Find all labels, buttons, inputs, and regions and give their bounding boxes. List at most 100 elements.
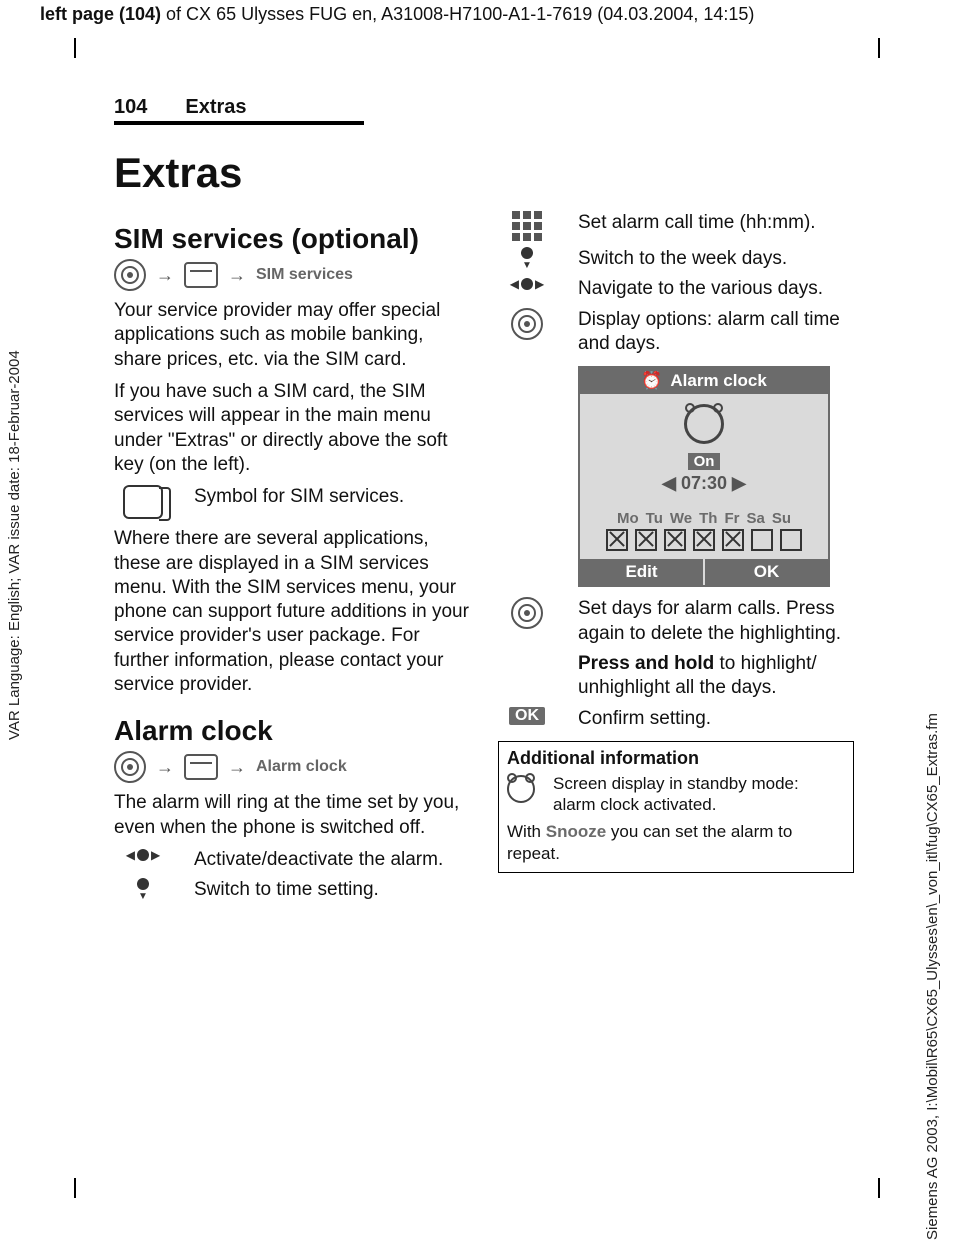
crop-mark [74,38,94,58]
nav-left-right-icon [126,848,160,862]
phone-days-row: Mo Tu We Th Fr Sa Su [580,510,828,527]
sim-service-icon [123,485,163,519]
day-label: Th [699,510,717,527]
day-checkbox[interactable] [722,529,744,551]
breadcrumb-sim: → → SIM services [114,259,470,291]
day-checkbox[interactable] [606,529,628,551]
alarm-title-icon: ⏰ [641,371,662,391]
day-checkbox[interactable] [635,529,657,551]
arrow-icon: → [156,265,174,286]
phone-title: Alarm clock [670,371,766,391]
page-title: Extras [114,149,854,197]
press-hold-label: Press and hold [578,653,714,674]
two-columns: SIM services (optional) → → SIM services… [114,205,854,909]
paragraph: Where there are several applications, th… [114,527,470,697]
symbol-row: OK Confirm setting. [498,707,854,731]
symbol-row: Set alarm call time (hh:mm). [498,211,854,241]
section-name: Extras [185,96,246,119]
left-column: SIM services (optional) → → SIM services… [114,205,470,909]
phone-softkeys: Edit OK [580,559,828,585]
heading-sim-services: SIM services (optional) [114,223,470,255]
top-banner-rest: of CX 65 Ulysses FUG en, A31008-H7100-A1… [161,4,754,24]
content-area: 104 Extras Extras SIM services (optional… [114,96,854,909]
keypad-icon [512,211,542,241]
symbol-row: Switch to time setting. [114,878,470,902]
day-label: We [670,510,692,527]
arrow-icon: → [156,757,174,778]
day-checkbox[interactable] [780,529,802,551]
symbol-description: Activate/deactivate the alarm. [194,848,470,872]
arrow-icon: → [228,757,246,778]
info-box-row: Screen display in standby mode: alarm cl… [507,773,845,816]
symbol-description: Confirm setting. [578,707,854,731]
phone-body: On 07:30 Mo Tu We Th Fr Sa Su [580,394,828,559]
softkey-right[interactable]: OK [703,559,828,585]
symbol-description: Press and hold to highlight/ unhighlight… [578,652,854,701]
arrow-icon: → [228,265,246,286]
day-checkbox[interactable] [751,529,773,551]
center-key-icon [114,259,146,291]
symbol-description: Set alarm call time (hh:mm). [578,211,854,235]
paragraph: If you have such a SIM card, the SIM ser… [114,380,470,477]
symbol-description: Display options: alarm call time and day… [578,308,854,357]
symbol-row: Press and hold to highlight/ unhighlight… [498,652,854,701]
center-key-icon [511,597,543,629]
symbol-row: Switch to the week days. [498,247,854,271]
running-head: 104 Extras [114,96,364,125]
snooze-label: Snooze [546,822,606,841]
extras-menu-icon [184,754,218,780]
center-key-icon [511,308,543,340]
page-number: 104 [114,96,147,119]
phone-screen-mock: ⏰ Alarm clock On 07:30 Mo Tu We Th Fr [578,366,830,587]
margin-note-left: VAR Language: English; VAR issue date: 1… [6,40,30,740]
symbol-description: Symbol for SIM services. [194,485,470,509]
day-label: Sa [746,510,764,527]
alarm-time: 07:30 [580,473,828,494]
phone-checkbox-row [580,529,828,551]
crop-mark [860,1178,880,1198]
paragraph: The alarm will ring at the time set by y… [114,791,470,840]
symbol-row: Activate/deactivate the alarm. [114,848,470,872]
info-prefix: With [507,822,546,841]
breadcrumb-label: SIM services [256,266,353,284]
phone-titlebar: ⏰ Alarm clock [580,368,828,394]
day-label: Mo [617,510,639,527]
top-banner: left page (104) of CX 65 Ulysses FUG en,… [40,4,914,25]
symbol-description: Switch to time setting. [194,878,470,902]
heading-alarm-clock: Alarm clock [114,715,470,747]
day-label: Tu [646,510,663,527]
symbol-row: Navigate to the various days. [498,277,854,301]
symbol-row: Display options: alarm call time and day… [498,308,854,357]
info-box-paragraph: With Snooze you can set the alarm to rep… [507,821,845,864]
additional-information-box: Additional information Screen display in… [498,741,854,873]
nav-down-icon [521,247,533,271]
softkey-left[interactable]: Edit [580,559,703,585]
center-key-icon [114,751,146,783]
day-checkbox[interactable] [693,529,715,551]
day-label: Fr [724,510,739,527]
breadcrumb-alarm: → → Alarm clock [114,751,470,783]
alarm-clock-icon [580,404,828,449]
symbol-row: Set days for alarm calls. Press again to… [498,597,854,646]
nav-down-icon [137,878,149,902]
crop-mark [860,38,880,58]
day-checkbox[interactable] [664,529,686,551]
breadcrumb-label: Alarm clock [256,758,347,776]
info-box-header: Additional information [507,748,845,769]
alarm-clock-icon [507,775,535,803]
paragraph: Your service provider may offer special … [114,299,470,372]
extras-menu-icon [184,262,218,288]
crop-mark [74,1178,94,1198]
top-banner-prefix: left page (104) [40,4,161,24]
alarm-state: On [688,453,721,470]
ok-key-icon: OK [509,707,545,725]
nav-left-right-icon [510,277,544,291]
symbol-description: Set days for alarm calls. Press again to… [578,597,854,646]
symbol-row: Symbol for SIM services. [114,485,470,519]
margin-note-right: Siemens AG 2003, I:\Mobil\R65\CX65_Ulyss… [924,560,948,1240]
symbol-description: Switch to the week days. [578,247,854,271]
symbol-description: Navigate to the various days. [578,277,854,301]
manual-page: left page (104) of CX 65 Ulysses FUG en,… [0,0,954,1246]
day-label: Su [772,510,791,527]
right-column: Set alarm call time (hh:mm). Switch to t… [498,205,854,909]
